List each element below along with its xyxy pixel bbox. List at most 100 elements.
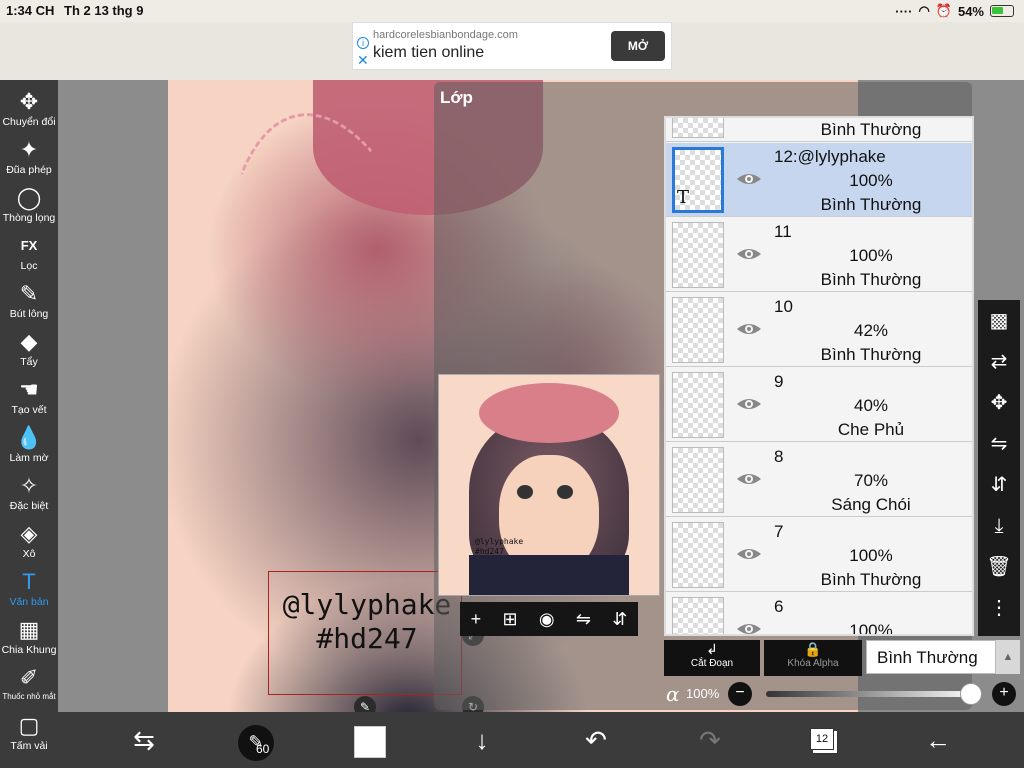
layer-panel-title: Lớp xyxy=(440,88,473,107)
status-bar: 1:34 CH Th 2 13 thg 9 ···· ◠ ⏰ 54% xyxy=(0,0,1024,22)
tool-brush[interactable]: ✎ Bút lông xyxy=(0,280,58,328)
canvas-text-line1: @lylyphake xyxy=(282,588,452,621)
tool-magic-wand[interactable]: ✦ Đũa phép xyxy=(0,136,58,184)
status-time: 1:34 CH xyxy=(6,3,55,18)
clipping-button[interactable]: ↲ Cắt Đoạn xyxy=(664,640,760,676)
tool-blur[interactable]: 💧 Làm mờ xyxy=(0,424,58,472)
clip-arrow-icon: ↲ xyxy=(706,641,718,657)
layer-transform-icon[interactable]: ⇄ xyxy=(978,343,1020,381)
tool-label: Tấm vải xyxy=(10,740,48,752)
preview-beret xyxy=(479,383,619,443)
checker-icon[interactable]: ▩ xyxy=(978,302,1020,340)
add-copy-layer-icon[interactable]: ⊞ xyxy=(502,609,517,630)
blend-mode-select[interactable]: Bình Thường xyxy=(866,640,996,674)
visibility-eye-icon[interactable] xyxy=(736,621,762,636)
opacity-slider-knob[interactable] xyxy=(960,683,982,705)
tool-eraser[interactable]: ◆ Tẩy xyxy=(0,328,58,376)
layer-row[interactable]: 7 100% Bình Thường xyxy=(666,518,972,592)
merge-down-icon[interactable]: ⤓ xyxy=(978,507,1020,545)
bucket-icon: ◈ xyxy=(20,521,38,546)
special-icon: ✧ xyxy=(19,473,39,498)
layer-row[interactable]: 10 42% Bình Thường xyxy=(666,293,972,367)
swap-tools-icon[interactable]: ⇆ xyxy=(126,722,162,758)
tool-special[interactable]: ✧ Đặc biệt xyxy=(0,472,58,520)
move-icon: ✥ xyxy=(19,89,39,114)
undo-icon[interactable]: ↶ xyxy=(578,722,614,758)
ad-open-button[interactable]: MỞ xyxy=(611,31,665,61)
flip-h-icon[interactable]: ⇋ xyxy=(978,425,1020,463)
tool-fx[interactable]: FX Lọc xyxy=(0,232,58,280)
layer-row[interactable]: T 12:@lylyphake 100% Bình Thường xyxy=(666,143,972,217)
layer-opacity: 100% xyxy=(849,621,893,636)
layer-blend-mode: Bình Thường xyxy=(820,270,922,289)
tool-label: Văn bản xyxy=(9,596,49,608)
layers-button[interactable]: 12 xyxy=(810,728,834,750)
tool-move[interactable]: ✥ Chuyển đổi xyxy=(0,88,58,136)
layer-blend-mode: Bình Thường xyxy=(820,345,922,364)
visibility-eye-icon[interactable] xyxy=(736,546,762,562)
layer-row[interactable]: Bình Thường xyxy=(666,118,972,142)
layer-row[interactable]: 8 70% Sáng Chói xyxy=(666,443,972,517)
color-swatch[interactable] xyxy=(354,726,386,758)
visibility-eye-icon[interactable] xyxy=(736,246,762,262)
bottom-toolbar: ⇆ ↓ ↶ ↷ ← xyxy=(58,712,1024,768)
signal-icon: ···· xyxy=(895,3,913,19)
layer-row[interactable]: 11 100% Bình Thường xyxy=(666,218,972,292)
move-layer-icon[interactable]: ✥ xyxy=(978,384,1020,422)
brush-icon: ✎ xyxy=(19,281,39,306)
layer-opacity: 100% xyxy=(849,246,893,265)
visibility-eye-icon[interactable] xyxy=(736,171,762,187)
tool-text[interactable]: T Văn bản xyxy=(0,568,58,616)
tool-lasso[interactable]: ◯ Thòng lọng xyxy=(0,184,58,232)
blend-mode-arrow-icon[interactable]: ▲ xyxy=(996,640,1020,674)
back-arrow-icon[interactable]: ← xyxy=(920,722,956,758)
clipping-label: Cắt Đoạn xyxy=(690,658,734,669)
tool-label: Thuốc nhỏ mắt xyxy=(2,692,56,701)
close-icon[interactable]: ✕ xyxy=(357,53,369,67)
layer-opacity: 100% xyxy=(849,546,893,565)
tool-label: Xô xyxy=(22,548,36,560)
tool-eyedropper[interactable]: ✐ Thuốc nhỏ mắt xyxy=(0,664,58,712)
layer-row[interactable]: 6 100% xyxy=(666,593,972,636)
opacity-slider[interactable] xyxy=(766,691,976,697)
status-date: Th 2 13 thg 9 xyxy=(64,3,144,18)
layer-thumbnail: T xyxy=(672,147,724,213)
flip-horizontal-icon[interactable]: ⇋ xyxy=(576,609,591,630)
battery-percent: 54% xyxy=(957,3,984,19)
flip-v-icon[interactable]: ⇵ xyxy=(978,466,1020,504)
trash-icon[interactable]: 🗑 xyxy=(978,548,1020,586)
info-icon[interactable]: i xyxy=(357,37,369,49)
text-layer-icon: T xyxy=(677,187,690,208)
layer-list[interactable]: Bình Thường T 12:@lylyphake 100% Bình Thường… xyxy=(664,116,974,636)
preview-text-line1: @lylyphake xyxy=(475,537,524,546)
opacity-plus-button[interactable]: + xyxy=(992,682,1016,706)
alpha-symbol: α xyxy=(666,682,680,706)
opacity-minus-button[interactable]: − xyxy=(728,682,752,706)
alpha-lock-button[interactable]: 🔒 Khóa Alpha xyxy=(764,640,862,676)
layer-opacity: 40% xyxy=(853,396,889,415)
ad-title[interactable]: kiem tien online xyxy=(373,44,484,62)
lock-icon: 🔒 xyxy=(804,641,822,657)
ad-banner[interactable]: i ✕ hardcorelesbianbondage.com kiem tien… xyxy=(352,22,672,70)
tool-bucket[interactable]: ◈ Xô xyxy=(0,520,58,568)
visibility-eye-icon[interactable] xyxy=(736,471,762,487)
layer-blend-mode: Bình Thường xyxy=(820,570,922,589)
preview-toolbar: + ⊞ ◉ ⇋ ⇵ xyxy=(460,602,638,636)
layer-thumbnail xyxy=(672,597,724,634)
tool-canvas[interactable]: ▢ Tấm vải xyxy=(0,712,58,760)
visibility-eye-icon[interactable] xyxy=(736,396,762,412)
tool-smudge[interactable]: ☚ Tạo vết xyxy=(0,376,58,424)
layer-thumbnail xyxy=(672,222,724,288)
add-layer-icon[interactable]: + xyxy=(471,609,482,630)
canvas-text[interactable]: @lylyphake #hd247 xyxy=(282,588,452,656)
tool-frame-divider[interactable]: ▦ Chia Khung xyxy=(0,616,58,664)
flip-vertical-icon[interactable]: ⇵ xyxy=(612,609,627,630)
camera-icon[interactable]: ◉ xyxy=(539,609,555,630)
redo-icon[interactable]: ↷ xyxy=(692,722,728,758)
layer-row[interactable]: 9 40% Che Phủ xyxy=(666,368,972,442)
layer-blend-mode: Sáng Chói xyxy=(831,495,911,514)
visibility-eye-icon[interactable] xyxy=(736,321,762,337)
more-icon[interactable]: ⋮ xyxy=(978,589,1020,627)
ad-domain: hardcorelesbianbondage.com xyxy=(373,29,518,41)
arrow-down-icon[interactable]: ↓ xyxy=(464,722,500,758)
